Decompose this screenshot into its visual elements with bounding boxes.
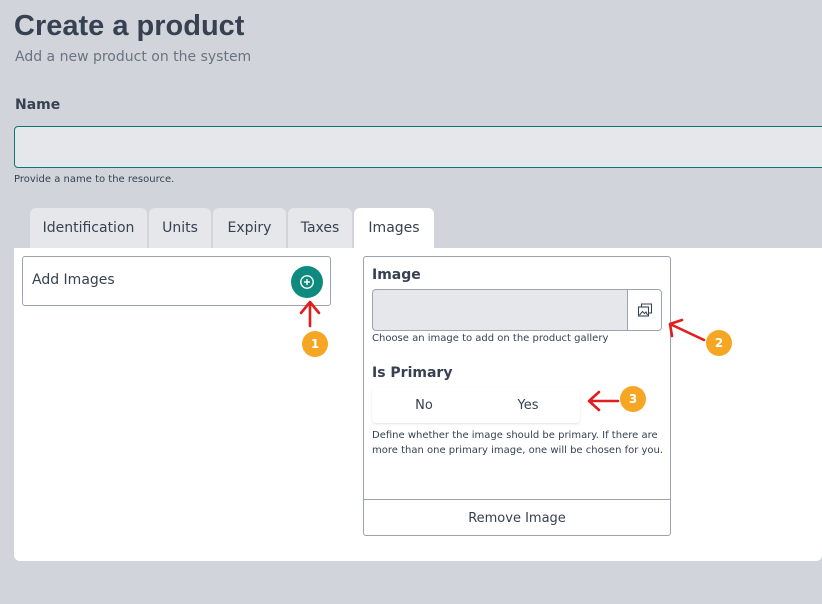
images-panel: Add Images Image Choose an image to add …: [14, 248, 822, 561]
page-subtitle: Add a new product on the system: [15, 49, 252, 65]
is-primary-toggle: No Yes: [372, 387, 580, 423]
tab-label: Identification: [42, 220, 135, 236]
remove-image-button[interactable]: Remove Image: [364, 500, 670, 536]
name-input[interactable]: [14, 126, 822, 168]
gallery-icon: [637, 303, 652, 317]
annotation-badge-3: 3: [620, 386, 646, 412]
add-images-label: Add Images: [32, 272, 115, 288]
annotation-badge-1: 1: [302, 331, 328, 357]
tab-label: Taxes: [300, 220, 340, 236]
image-field[interactable]: [372, 289, 662, 331]
primary-option-no[interactable]: No: [372, 387, 476, 423]
tab-identification[interactable]: Identification: [30, 208, 147, 248]
tab-taxes[interactable]: Taxes: [288, 208, 352, 248]
tab-images[interactable]: Images: [354, 208, 434, 248]
tab-label: Expiry: [227, 220, 272, 236]
image-picker-button[interactable]: [627, 290, 661, 330]
annotation-arrow-2: [668, 318, 706, 342]
tab-units[interactable]: Units: [149, 208, 211, 248]
tab-expiry[interactable]: Expiry: [213, 208, 286, 248]
annotation-arrow-3: [587, 390, 620, 412]
tab-label: Units: [162, 220, 198, 236]
name-help: Provide a name to the resource.: [14, 174, 175, 185]
page-title: Create a product: [14, 10, 245, 42]
name-label: Name: [15, 97, 61, 113]
annotation-arrow-1: [299, 300, 321, 328]
add-images-box: Add Images: [22, 256, 331, 306]
tab-bar: Identification Units Expiry Taxes Images: [30, 208, 436, 248]
is-primary-label: Is Primary: [372, 365, 453, 381]
add-image-button[interactable]: [291, 266, 323, 298]
plus-circle-icon: [300, 275, 314, 289]
image-help: Choose an image to add on the product ga…: [372, 333, 609, 344]
image-label: Image: [372, 267, 421, 283]
annotation-badge-2: 2: [706, 330, 732, 356]
is-primary-help: Define whether the image should be prima…: [372, 430, 664, 456]
tab-label: Images: [368, 220, 420, 236]
primary-option-yes[interactable]: Yes: [476, 387, 580, 423]
